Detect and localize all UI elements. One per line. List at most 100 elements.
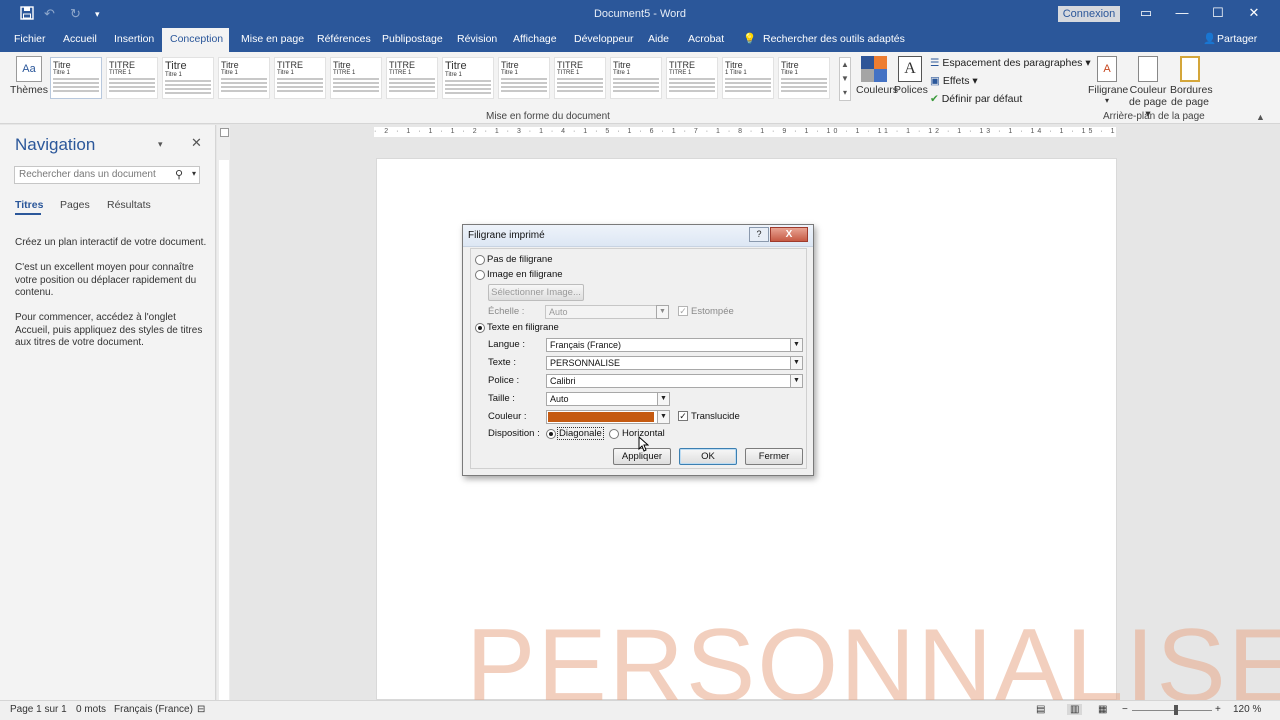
style-set-line bbox=[501, 78, 547, 80]
ok-button[interactable]: OK bbox=[679, 448, 737, 465]
nav-tab-pages[interactable]: Pages bbox=[60, 199, 90, 211]
status-page[interactable]: Page 1 sur 1 bbox=[10, 704, 67, 715]
web-layout-icon[interactable]: ▦ bbox=[1098, 704, 1107, 715]
radio-image-en-filigrane[interactable] bbox=[475, 270, 485, 280]
texte-dropdown-icon[interactable]: ▼ bbox=[790, 356, 803, 370]
nav-tab-resultats[interactable]: Résultats bbox=[107, 199, 151, 211]
style-set-thumbnail[interactable]: Titre Titre 1 bbox=[778, 57, 830, 99]
style-set-thumbnail[interactable]: Titre Titre 1 bbox=[498, 57, 550, 99]
bordures-page-button[interactable]: Bordures de page bbox=[1170, 56, 1213, 108]
label-pas-de-filigrane[interactable]: Pas de filigrane bbox=[487, 254, 552, 265]
tab-insertion[interactable]: Insertion bbox=[106, 28, 162, 52]
radio-horizontal[interactable] bbox=[609, 429, 619, 439]
search-icon[interactable]: ⚲ bbox=[175, 168, 183, 181]
status-language[interactable]: Français (France) bbox=[114, 704, 193, 715]
ribbon-display-icon[interactable]: ▭ bbox=[1136, 5, 1156, 21]
langue-combo[interactable]: Français (France) bbox=[546, 338, 791, 352]
tab-affichage[interactable]: Affichage bbox=[505, 28, 565, 52]
langue-dropdown-icon[interactable]: ▼ bbox=[790, 338, 803, 352]
nav-tab-titres[interactable]: Titres bbox=[15, 199, 43, 211]
dialog-close-button[interactable]: X bbox=[770, 227, 808, 242]
style-set-thumbnail[interactable]: TITRE TITRE 1 bbox=[554, 57, 606, 99]
style-set-thumbnail[interactable]: TITRE Titre 1 bbox=[274, 57, 326, 99]
zoom-in-icon[interactable]: + bbox=[1215, 704, 1221, 715]
checkbox-estompee[interactable]: ✓ bbox=[678, 306, 688, 316]
select-image-button[interactable]: Sélectionner Image... bbox=[488, 284, 584, 301]
macro-record-icon[interactable]: ⊟ bbox=[197, 704, 205, 715]
style-set-title: Titre bbox=[781, 60, 799, 70]
label-image-en-filigrane[interactable]: Image en filigrane bbox=[487, 269, 563, 280]
echelle-combo[interactable]: Auto bbox=[545, 305, 657, 319]
texte-combo[interactable]: PERSONNALISE bbox=[546, 356, 791, 370]
zoom-level[interactable]: 120 % bbox=[1233, 704, 1261, 715]
tab-revision[interactable]: Révision bbox=[449, 28, 505, 52]
label-texte-en-filigrane[interactable]: Texte en filigrane bbox=[487, 322, 559, 333]
nav-options-icon[interactable]: ▾ bbox=[158, 139, 163, 150]
read-mode-icon[interactable]: ▤ bbox=[1036, 704, 1045, 715]
style-set-thumbnail[interactable]: Titre Titre 1 bbox=[218, 57, 270, 99]
tab-publipostage[interactable]: Publipostage bbox=[374, 28, 451, 52]
filigrane-button[interactable]: A Filigrane ▾ bbox=[1088, 56, 1128, 105]
espacement-paragraphes-button[interactable]: ☰ Espacement des paragraphes ▾ bbox=[930, 57, 1091, 69]
tab-accueil[interactable]: Accueil bbox=[55, 28, 105, 52]
taille-combo[interactable]: Auto bbox=[546, 392, 658, 406]
tab-selector[interactable] bbox=[220, 128, 229, 137]
tell-me-search[interactable]: Rechercher des outils adaptés bbox=[763, 28, 905, 52]
nav-search-input[interactable]: Rechercher dans un document ⚲ ▾ bbox=[14, 166, 200, 184]
style-set-line bbox=[389, 78, 435, 80]
effets-button[interactable]: ▣ Effets ▾ bbox=[930, 75, 978, 87]
tab-aide[interactable]: Aide bbox=[640, 28, 677, 52]
tab-conception[interactable]: Conception bbox=[162, 28, 229, 52]
style-set-subtitle: Titre 1 bbox=[165, 72, 182, 78]
share-button[interactable]: Partager bbox=[1217, 28, 1257, 52]
tab-mise-en-page[interactable]: Mise en page bbox=[233, 28, 312, 52]
style-set-thumbnail[interactable]: Titre Titre 1 bbox=[442, 57, 494, 99]
style-set-line bbox=[53, 90, 99, 92]
radio-texte-en-filigrane[interactable] bbox=[475, 323, 485, 333]
horizontal-ruler[interactable]: · 2 · 1 · 1 · 1 · 2 · 1 · 3 · 1 · 4 · 1 … bbox=[374, 127, 1116, 137]
style-set-thumbnail[interactable]: TITRE TITRE 1 bbox=[386, 57, 438, 99]
minimize-icon[interactable]: — bbox=[1172, 5, 1192, 20]
polices-button[interactable]: A Polices bbox=[894, 56, 928, 96]
couleur-dropdown-icon[interactable]: ▼ bbox=[657, 410, 670, 424]
zoom-out-icon[interactable]: − bbox=[1122, 704, 1128, 715]
gallery-scroll[interactable]: ▲ ▼ ▾ bbox=[839, 57, 851, 101]
close-window-icon[interactable]: ✕ bbox=[1244, 5, 1264, 21]
fermer-button[interactable]: Fermer bbox=[745, 448, 803, 465]
taille-dropdown-icon[interactable]: ▼ bbox=[657, 392, 670, 406]
police-combo[interactable]: Calibri bbox=[546, 374, 791, 388]
status-words[interactable]: 0 mots bbox=[76, 704, 106, 715]
label-diagonale[interactable]: Diagonale bbox=[557, 427, 604, 440]
zoom-slider-thumb[interactable] bbox=[1174, 705, 1178, 715]
style-set-thumbnail[interactable]: Titre 1 Titre 1 bbox=[722, 57, 774, 99]
couleur-combo[interactable] bbox=[546, 410, 658, 424]
style-set-thumbnail[interactable]: TITRE TITRE 1 bbox=[666, 57, 718, 99]
tab-developpeur[interactable]: Développeur bbox=[566, 28, 642, 52]
definir-par-defaut-button[interactable]: ✔ Définir par défaut bbox=[930, 93, 1022, 105]
checkbox-translucide[interactable]: ✓ bbox=[678, 411, 688, 421]
style-set-thumbnail[interactable]: Titre Titre 1 bbox=[50, 57, 102, 99]
tab-acrobat[interactable]: Acrobat bbox=[680, 28, 732, 52]
style-set-thumbnail[interactable]: TITRE TITRE 1 bbox=[106, 57, 158, 99]
police-dropdown-icon[interactable]: ▼ bbox=[790, 374, 803, 388]
zoom-slider[interactable] bbox=[1132, 710, 1212, 711]
dialog-help-button[interactable]: ? bbox=[749, 227, 769, 242]
style-set-thumbnail[interactable]: Titre Titre 1 bbox=[610, 57, 662, 99]
style-set-thumbnail[interactable]: Titre TITRE 1 bbox=[330, 57, 382, 99]
maximize-icon[interactable]: ☐ bbox=[1208, 5, 1228, 21]
print-layout-icon[interactable]: ▥ bbox=[1067, 704, 1083, 715]
tab-references[interactable]: Références bbox=[309, 28, 379, 52]
group-label-mise-en-forme: Mise en forme du document bbox=[486, 111, 610, 122]
style-set-subtitle: TITRE 1 bbox=[109, 70, 132, 76]
nav-close-icon[interactable]: ✕ bbox=[191, 135, 202, 151]
radio-diagonale[interactable] bbox=[546, 429, 556, 439]
echelle-dropdown-icon[interactable]: ▼ bbox=[656, 305, 669, 319]
tab-fichier[interactable]: Fichier bbox=[6, 28, 54, 52]
themes-button[interactable]: Aa Thèmes bbox=[8, 56, 50, 96]
style-set-thumbnail[interactable]: Titre Titre 1 bbox=[162, 57, 214, 99]
search-options-icon[interactable]: ▾ bbox=[192, 169, 196, 178]
radio-pas-de-filigrane[interactable] bbox=[475, 255, 485, 265]
connexion-button[interactable]: Connexion bbox=[1058, 6, 1120, 22]
collapse-ribbon-icon[interactable]: ▲ bbox=[1256, 112, 1265, 122]
couleurs-button[interactable]: Couleurs bbox=[856, 56, 898, 96]
